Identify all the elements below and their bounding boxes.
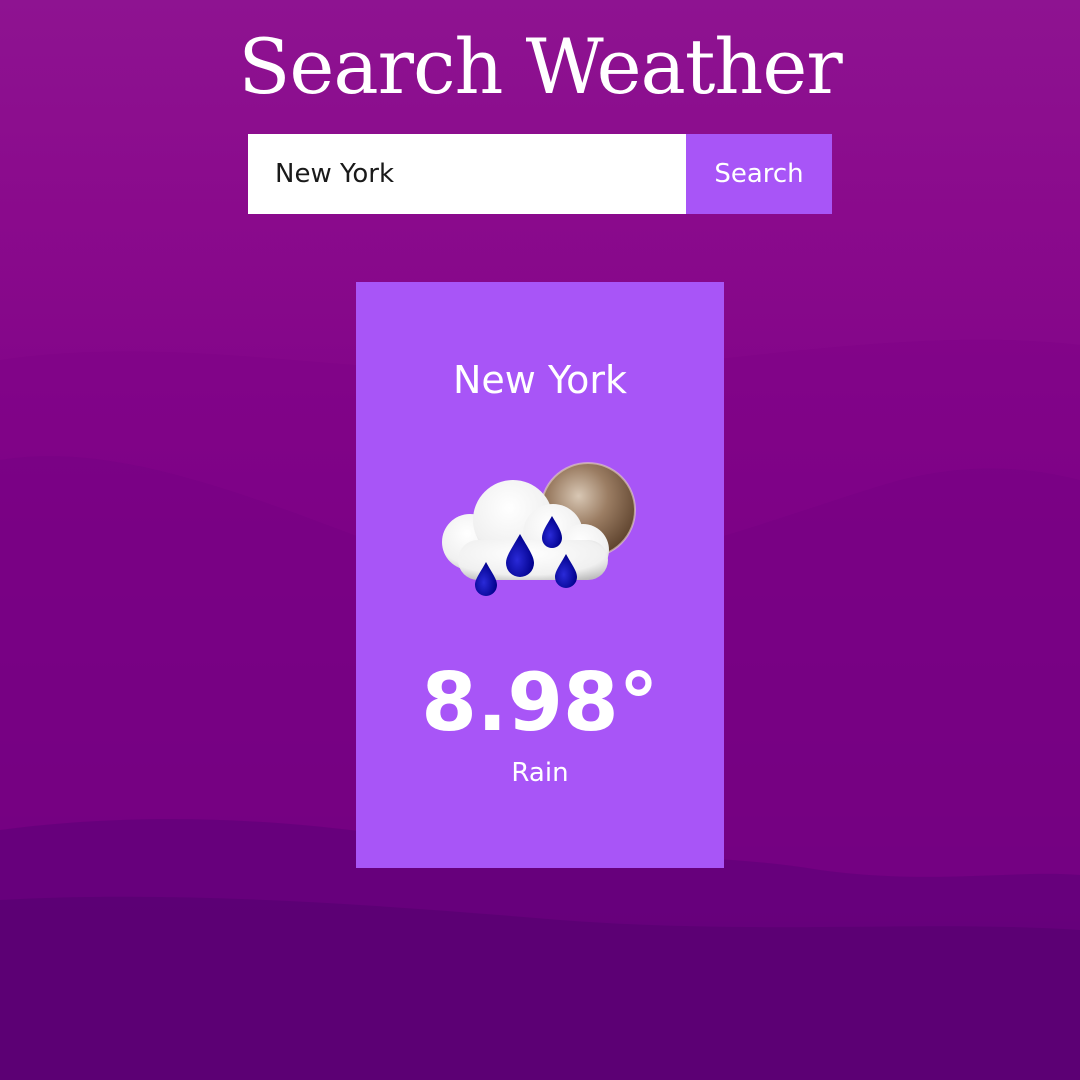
weather-condition: Rain bbox=[511, 758, 569, 788]
rain-cloud-moon-icon bbox=[442, 462, 636, 596]
page-title: Search Weather bbox=[238, 22, 842, 111]
search-bar: Search bbox=[248, 134, 832, 214]
temperature-value: 8.98° bbox=[421, 656, 659, 749]
search-input[interactable] bbox=[248, 134, 686, 214]
city-name: New York bbox=[452, 358, 627, 402]
search-button[interactable]: Search bbox=[686, 134, 832, 214]
